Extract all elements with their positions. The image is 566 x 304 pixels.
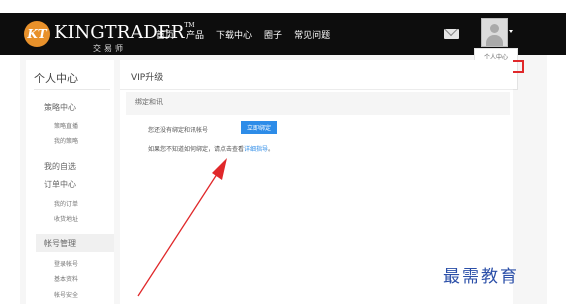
annotation-arrow [137,158,227,297]
annotation-arrow-line [137,167,222,297]
watermark-text: 最需教育 [443,267,519,287]
annotation-arrow-head [212,158,227,180]
